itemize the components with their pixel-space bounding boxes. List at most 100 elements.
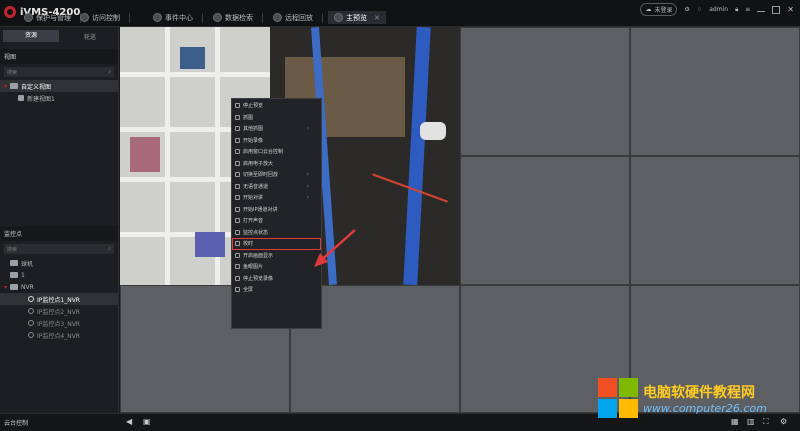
tree-label: 新建视图1 xyxy=(27,95,55,103)
tab-data-search[interactable]: 数据检索 xyxy=(213,11,263,24)
speaker-icon[interactable]: ◀ xyxy=(126,417,132,426)
search-data-icon xyxy=(213,13,222,22)
menu-label: 切换至即时回放 xyxy=(243,172,279,179)
tab-label: 远程回放 xyxy=(285,13,313,22)
video-cell[interactable] xyxy=(460,27,630,156)
intercom-icon xyxy=(235,195,240,201)
menu-item-camera-status[interactable]: 监控点状态 xyxy=(232,227,321,239)
chevron-down-icon[interactable]: ▾ xyxy=(4,284,7,291)
tab-remote-playback[interactable]: 远程回放 xyxy=(273,11,323,24)
fullscreen-icon[interactable]: ⛶ xyxy=(763,417,769,427)
tree-item-camera-3[interactable]: IP监控点3_NVR xyxy=(0,317,118,329)
watermark-url: www.computer26.com xyxy=(643,401,767,415)
menu-item-start-record[interactable]: 开始录像 xyxy=(232,135,321,147)
sidebar-tab-patrol[interactable]: 轮巡 xyxy=(62,32,118,41)
search-icon[interactable]: ⌕ xyxy=(108,246,111,252)
menu-item-ip-intercom[interactable]: 开始IP通道对讲 xyxy=(232,204,321,216)
menu-item-instant-playback[interactable]: 切换至即时回放 › xyxy=(232,169,321,181)
tree-item-1[interactable]: 1 xyxy=(0,269,118,281)
grid-icon[interactable]: ▥ xyxy=(747,417,755,426)
video-cell[interactable] xyxy=(630,27,800,156)
close-window-icon[interactable]: ✕ xyxy=(787,5,794,14)
menu-item-stop-preview[interactable]: 停止预览 xyxy=(232,100,321,112)
menu-item-digital-zoom[interactable]: 启用电子放大 xyxy=(232,158,321,170)
sidebar: 资源 轮巡 视图 搜索 ⌕ ▾ 自定义视图 新建视图1 监控点 搜索 ⌕ 球机 1 ▾… xyxy=(0,27,119,417)
tab-label: 保护与管理 xyxy=(36,13,71,22)
capture-icon xyxy=(235,126,240,132)
chevron-right-icon: › xyxy=(306,182,309,190)
fisheye-icon xyxy=(235,264,240,270)
search-icon[interactable]: ⌕ xyxy=(108,69,111,75)
menu-item-other-capture[interactable]: 其他抓图 › xyxy=(232,123,321,135)
menu-item-open-display[interactable]: 开启画面显示 xyxy=(232,250,321,262)
menu-item-start-intercom[interactable]: 开始对讲 › xyxy=(232,192,321,204)
menu-label: 其他抓图 xyxy=(243,126,264,133)
tree-item-camera-1[interactable]: IP监控点1_NVR xyxy=(0,293,118,305)
video-cell[interactable] xyxy=(460,156,630,285)
camera-capture-icon xyxy=(235,114,240,120)
cloud-label: 未登录 xyxy=(654,7,673,14)
tree-item-camera-4[interactable]: IP监控点4_NVR xyxy=(0,329,118,341)
menu-item-capture[interactable]: 抓图 xyxy=(232,112,321,124)
tab-main-view[interactable]: 主预览 ✕ xyxy=(328,11,386,24)
tree-item-custom-view[interactable]: ▾ 自定义视图 xyxy=(0,80,118,92)
watermark: 电脑软硬件教程网 www.computer26.com xyxy=(598,378,767,418)
title-bar: iVMS-4200 保护与管理 访问控制 事件中心 数据检索 远程回放 主预览 ✕… xyxy=(0,0,800,27)
user-name[interactable]: admin xyxy=(709,6,728,13)
menu-label: 校时 xyxy=(243,241,254,248)
tree-item-nvr[interactable]: ▾ NVR xyxy=(0,281,118,293)
menu-label: 启用电子放大 xyxy=(243,160,274,167)
tree-label: 球机 xyxy=(21,260,34,268)
zoom-icon xyxy=(235,160,240,166)
view-section-header: 视图 xyxy=(0,49,118,64)
tab-maintenance[interactable]: 保护与管理 xyxy=(24,11,81,24)
menu-label: 抓图 xyxy=(243,114,254,121)
menu-icon[interactable]: ≡ xyxy=(745,6,750,13)
tree-label: 自定义视图 xyxy=(21,83,52,91)
settings-icon[interactable]: ⚙ xyxy=(684,6,689,13)
menu-item-stop-record-preview[interactable]: 停止预览录像 xyxy=(232,273,321,285)
menu-label: 无语音通道 xyxy=(243,183,269,190)
cloud-icon: ☁ xyxy=(645,6,652,13)
search-placeholder: 搜索 xyxy=(7,69,18,76)
lock-icon[interactable]: 🔒︎ xyxy=(735,6,738,14)
cloud-login-button[interactable]: ☁ 未登录 xyxy=(640,3,678,16)
close-icon[interactable]: ✕ xyxy=(374,14,380,22)
tree-item-camera-2[interactable]: IP监控点2_NVR xyxy=(0,305,118,317)
tree-label: IP监控点3_NVR xyxy=(37,320,80,328)
sidebar-tab-resources[interactable]: 资源 xyxy=(3,30,59,42)
settings-icon[interactable]: ⚙ xyxy=(780,417,787,426)
minimize-icon[interactable] xyxy=(757,7,766,12)
menu-item-open-sound[interactable]: 打开声音 xyxy=(232,215,321,227)
menu-label: 启用窗口云台控制 xyxy=(243,149,284,156)
menu-item-time-sync[interactable]: 校时 xyxy=(232,238,321,250)
camera-icon xyxy=(28,320,34,326)
main-view-icon xyxy=(334,13,343,22)
maintenance-icon xyxy=(24,13,33,22)
view-icon xyxy=(18,95,24,101)
menu-item-audio-channel[interactable]: 无语音通道 › xyxy=(232,181,321,193)
fullscreen-icon xyxy=(235,287,240,293)
tab-event-center[interactable]: 事件中心 xyxy=(153,11,203,24)
tab-access-control[interactable]: 访问控制 xyxy=(80,11,130,24)
menu-item-ptz-control[interactable]: 启用窗口云台控制 xyxy=(232,146,321,158)
bell-icon[interactable]: ♢ xyxy=(697,6,702,13)
maximize-icon[interactable] xyxy=(772,5,781,14)
view-search-input[interactable]: 搜索 ⌕ xyxy=(4,67,114,77)
search-placeholder: 搜索 xyxy=(7,246,18,253)
menu-label: 开启画面显示 xyxy=(243,252,274,259)
layout-icon[interactable]: ▦ xyxy=(731,417,739,426)
save-icon[interactable]: ▣ xyxy=(143,417,151,426)
folder-icon xyxy=(10,272,18,278)
camera-icon xyxy=(28,332,34,338)
menu-item-fullscreen[interactable]: 全屏 xyxy=(232,284,321,296)
display-icon xyxy=(235,252,240,258)
menu-item-fisheye[interactable]: 鱼眼图片 xyxy=(232,261,321,273)
tree-item-new-view[interactable]: 新建视图1 xyxy=(0,92,118,104)
ptz-control-label[interactable]: 云台控制 xyxy=(4,418,28,427)
video-cell[interactable] xyxy=(630,156,800,285)
tree-item-dome[interactable]: 球机 xyxy=(0,257,118,269)
chevron-down-icon[interactable]: ▾ xyxy=(4,83,7,90)
camera-search-input[interactable]: 搜索 ⌕ xyxy=(4,244,114,254)
audio-icon xyxy=(235,183,240,189)
